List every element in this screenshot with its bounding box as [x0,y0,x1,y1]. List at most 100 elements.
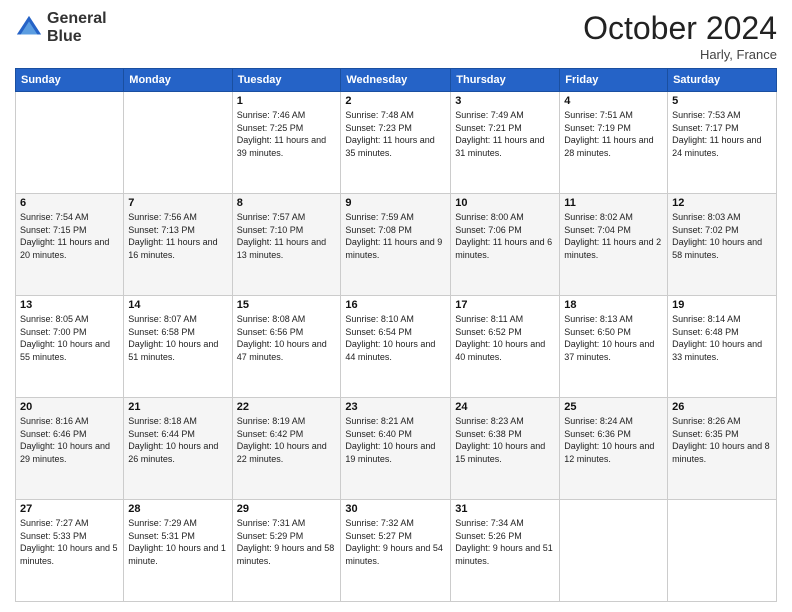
logo-icon [15,14,43,42]
day-detail: Sunrise: 7:51 AMSunset: 7:19 PMDaylight:… [564,109,663,159]
title-block: October 2024 Harly, France [583,10,777,62]
day-number: 7 [128,197,227,209]
day-detail: Sunrise: 7:31 AMSunset: 5:29 PMDaylight:… [237,517,337,567]
calendar-cell: 26 Sunrise: 8:26 AMSunset: 6:35 PMDaylig… [668,398,777,500]
calendar-cell: 31 Sunrise: 7:34 AMSunset: 5:26 PMDaylig… [451,500,560,602]
calendar-week-row: 27 Sunrise: 7:27 AMSunset: 5:33 PMDaylig… [16,500,777,602]
day-detail: Sunrise: 7:34 AMSunset: 5:26 PMDaylight:… [455,517,555,567]
day-number: 26 [672,401,772,413]
day-number: 23 [345,401,446,413]
month-title: October 2024 [583,10,777,47]
day-number: 30 [345,503,446,515]
day-detail: Sunrise: 7:59 AMSunset: 7:08 PMDaylight:… [345,211,446,261]
day-detail: Sunrise: 8:07 AMSunset: 6:58 PMDaylight:… [128,313,227,363]
day-number: 29 [237,503,337,515]
calendar: SundayMondayTuesdayWednesdayThursdayFrid… [15,68,777,602]
day-number: 27 [20,503,119,515]
day-number: 22 [237,401,337,413]
day-detail: Sunrise: 8:19 AMSunset: 6:42 PMDaylight:… [237,415,337,465]
calendar-cell: 15 Sunrise: 8:08 AMSunset: 6:56 PMDaylig… [232,296,341,398]
calendar-cell: 12 Sunrise: 8:03 AMSunset: 7:02 PMDaylig… [668,194,777,296]
day-detail: Sunrise: 8:00 AMSunset: 7:06 PMDaylight:… [455,211,555,261]
day-number: 24 [455,401,555,413]
calendar-cell: 30 Sunrise: 7:32 AMSunset: 5:27 PMDaylig… [341,500,451,602]
calendar-cell [16,92,124,194]
logo: General Blue [15,10,107,45]
calendar-cell: 21 Sunrise: 8:18 AMSunset: 6:44 PMDaylig… [124,398,232,500]
calendar-cell [124,92,232,194]
day-number: 8 [237,197,337,209]
day-number: 10 [455,197,555,209]
day-number: 28 [128,503,227,515]
day-detail: Sunrise: 8:14 AMSunset: 6:48 PMDaylight:… [672,313,772,363]
day-number: 20 [20,401,119,413]
calendar-cell: 6 Sunrise: 7:54 AMSunset: 7:15 PMDayligh… [16,194,124,296]
page: General Blue October 2024 Harly, France … [0,0,792,612]
calendar-cell: 17 Sunrise: 8:11 AMSunset: 6:52 PMDaylig… [451,296,560,398]
calendar-cell: 9 Sunrise: 7:59 AMSunset: 7:08 PMDayligh… [341,194,451,296]
calendar-cell: 11 Sunrise: 8:02 AMSunset: 7:04 PMDaylig… [560,194,668,296]
calendar-cell [560,500,668,602]
day-number: 21 [128,401,227,413]
calendar-cell: 5 Sunrise: 7:53 AMSunset: 7:17 PMDayligh… [668,92,777,194]
day-detail: Sunrise: 7:46 AMSunset: 7:25 PMDaylight:… [237,109,337,159]
calendar-cell: 1 Sunrise: 7:46 AMSunset: 7:25 PMDayligh… [232,92,341,194]
calendar-cell: 22 Sunrise: 8:19 AMSunset: 6:42 PMDaylig… [232,398,341,500]
calendar-cell: 2 Sunrise: 7:48 AMSunset: 7:23 PMDayligh… [341,92,451,194]
day-detail: Sunrise: 7:56 AMSunset: 7:13 PMDaylight:… [128,211,227,261]
location: Harly, France [583,47,777,62]
day-number: 31 [455,503,555,515]
calendar-cell: 25 Sunrise: 8:24 AMSunset: 6:36 PMDaylig… [560,398,668,500]
calendar-cell: 19 Sunrise: 8:14 AMSunset: 6:48 PMDaylig… [668,296,777,398]
calendar-cell: 27 Sunrise: 7:27 AMSunset: 5:33 PMDaylig… [16,500,124,602]
calendar-cell: 4 Sunrise: 7:51 AMSunset: 7:19 PMDayligh… [560,92,668,194]
header: General Blue October 2024 Harly, France [15,10,777,62]
weekday-header: Saturday [668,69,777,92]
calendar-cell: 24 Sunrise: 8:23 AMSunset: 6:38 PMDaylig… [451,398,560,500]
day-number: 11 [564,197,663,209]
day-number: 18 [564,299,663,311]
day-detail: Sunrise: 7:53 AMSunset: 7:17 PMDaylight:… [672,109,772,159]
day-number: 1 [237,95,337,107]
calendar-cell: 7 Sunrise: 7:56 AMSunset: 7:13 PMDayligh… [124,194,232,296]
weekday-header: Tuesday [232,69,341,92]
weekday-header-row: SundayMondayTuesdayWednesdayThursdayFrid… [16,69,777,92]
weekday-header: Sunday [16,69,124,92]
day-detail: Sunrise: 7:49 AMSunset: 7:21 PMDaylight:… [455,109,555,159]
day-number: 4 [564,95,663,107]
weekday-header: Friday [560,69,668,92]
day-detail: Sunrise: 8:13 AMSunset: 6:50 PMDaylight:… [564,313,663,363]
day-detail: Sunrise: 7:27 AMSunset: 5:33 PMDaylight:… [20,517,119,567]
calendar-cell: 8 Sunrise: 7:57 AMSunset: 7:10 PMDayligh… [232,194,341,296]
calendar-cell: 23 Sunrise: 8:21 AMSunset: 6:40 PMDaylig… [341,398,451,500]
calendar-cell [668,500,777,602]
calendar-cell: 14 Sunrise: 8:07 AMSunset: 6:58 PMDaylig… [124,296,232,398]
day-number: 12 [672,197,772,209]
day-detail: Sunrise: 7:48 AMSunset: 7:23 PMDaylight:… [345,109,446,159]
calendar-week-row: 1 Sunrise: 7:46 AMSunset: 7:25 PMDayligh… [16,92,777,194]
day-number: 16 [345,299,446,311]
day-detail: Sunrise: 8:10 AMSunset: 6:54 PMDaylight:… [345,313,446,363]
calendar-cell: 10 Sunrise: 8:00 AMSunset: 7:06 PMDaylig… [451,194,560,296]
weekday-header: Thursday [451,69,560,92]
calendar-week-row: 20 Sunrise: 8:16 AMSunset: 6:46 PMDaylig… [16,398,777,500]
calendar-cell: 28 Sunrise: 7:29 AMSunset: 5:31 PMDaylig… [124,500,232,602]
day-number: 2 [345,95,446,107]
weekday-header: Monday [124,69,232,92]
calendar-cell: 20 Sunrise: 8:16 AMSunset: 6:46 PMDaylig… [16,398,124,500]
day-number: 15 [237,299,337,311]
calendar-cell: 18 Sunrise: 8:13 AMSunset: 6:50 PMDaylig… [560,296,668,398]
day-number: 25 [564,401,663,413]
day-detail: Sunrise: 7:29 AMSunset: 5:31 PMDaylight:… [128,517,227,567]
day-detail: Sunrise: 8:11 AMSunset: 6:52 PMDaylight:… [455,313,555,363]
calendar-week-row: 6 Sunrise: 7:54 AMSunset: 7:15 PMDayligh… [16,194,777,296]
day-number: 3 [455,95,555,107]
calendar-cell: 3 Sunrise: 7:49 AMSunset: 7:21 PMDayligh… [451,92,560,194]
day-detail: Sunrise: 7:32 AMSunset: 5:27 PMDaylight:… [345,517,446,567]
weekday-header: Wednesday [341,69,451,92]
day-detail: Sunrise: 8:02 AMSunset: 7:04 PMDaylight:… [564,211,663,261]
day-number: 9 [345,197,446,209]
day-number: 19 [672,299,772,311]
day-number: 6 [20,197,119,209]
day-number: 13 [20,299,119,311]
